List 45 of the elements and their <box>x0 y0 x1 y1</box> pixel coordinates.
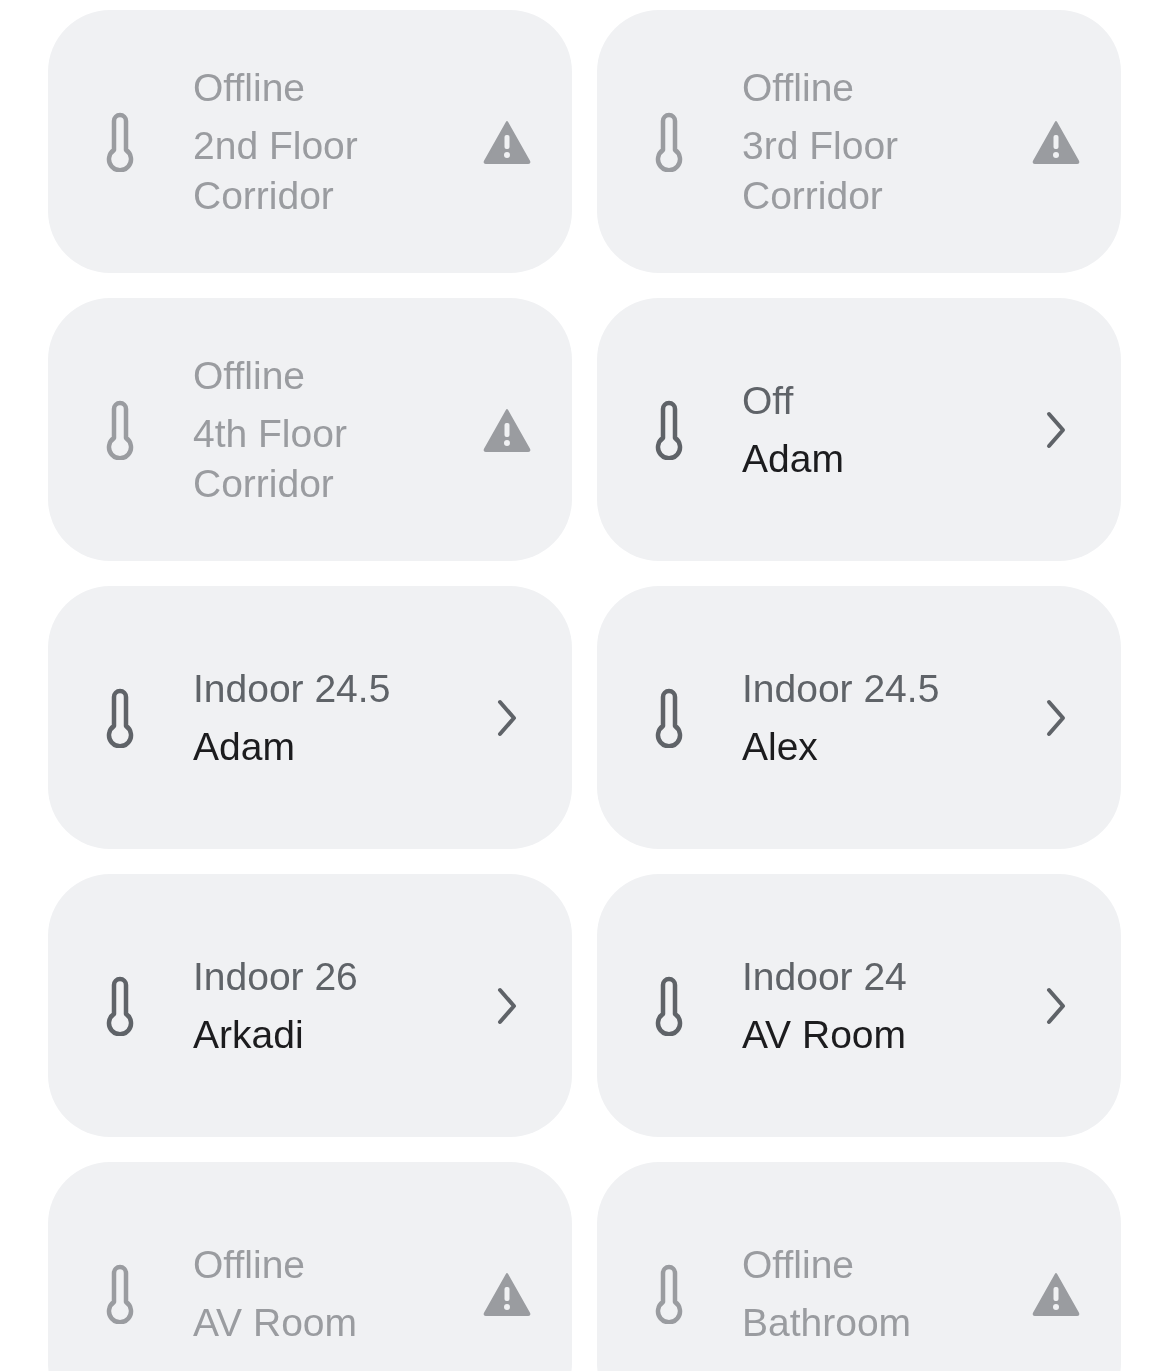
warning-icon <box>483 1271 531 1316</box>
device-tile[interactable]: Indoor 26 Arkadi <box>48 874 572 1137</box>
thermometer-icon <box>653 111 685 172</box>
thermometer-icon <box>104 1263 136 1324</box>
status-text: Offline <box>193 64 306 111</box>
chevron-right-icon <box>1044 985 1068 1026</box>
thermometer-icon <box>104 975 136 1036</box>
thermometer-icon <box>653 1263 685 1324</box>
status-text: Indoor 26 <box>193 953 359 1000</box>
device-name: Adam <box>193 723 296 770</box>
device-name: Bathroom <box>742 1299 913 1346</box>
status-text: Indoor 24 <box>742 953 908 1000</box>
chevron-right-icon <box>1044 409 1068 450</box>
status-text: Off <box>742 377 795 424</box>
status-text: Offline <box>742 1241 855 1288</box>
warning-icon <box>483 119 531 164</box>
device-name: 4th Floor Corridor <box>193 410 348 507</box>
device-tile[interactable]: Off Adam <box>597 298 1121 561</box>
device-name: Adam <box>742 435 845 482</box>
status-text: Indoor 24.5 <box>193 665 392 712</box>
status-text: Offline <box>193 1241 306 1288</box>
thermometer-icon <box>104 111 136 172</box>
device-tile[interactable]: Indoor 24.5 Adam <box>48 586 572 849</box>
thermometer-icon <box>104 687 136 748</box>
device-name: 3rd Floor Corridor <box>742 122 900 219</box>
chevron-right-icon <box>495 985 519 1026</box>
device-name: AV Room <box>742 1011 907 1058</box>
status-text: Offline <box>193 352 306 399</box>
warning-icon <box>483 407 531 452</box>
status-text: Offline <box>742 64 855 111</box>
warning-icon <box>1032 1271 1080 1316</box>
device-name: Arkadi <box>193 1011 305 1058</box>
device-tile[interactable]: Indoor 24.5 Alex <box>597 586 1121 849</box>
chevron-right-icon <box>1044 697 1068 738</box>
device-name: Alex <box>742 723 819 770</box>
device-name: AV Room <box>193 1299 358 1346</box>
status-text: Indoor 24.5 <box>742 665 941 712</box>
device-tile[interactable]: Indoor 24 AV Room <box>597 874 1121 1137</box>
warning-icon <box>1032 119 1080 164</box>
thermometer-icon <box>104 399 136 460</box>
thermometer-icon <box>653 687 685 748</box>
device-name: 2nd Floor Corridor <box>193 122 359 219</box>
thermometer-icon <box>653 399 685 460</box>
chevron-right-icon <box>495 697 519 738</box>
thermometer-icon <box>653 975 685 1036</box>
